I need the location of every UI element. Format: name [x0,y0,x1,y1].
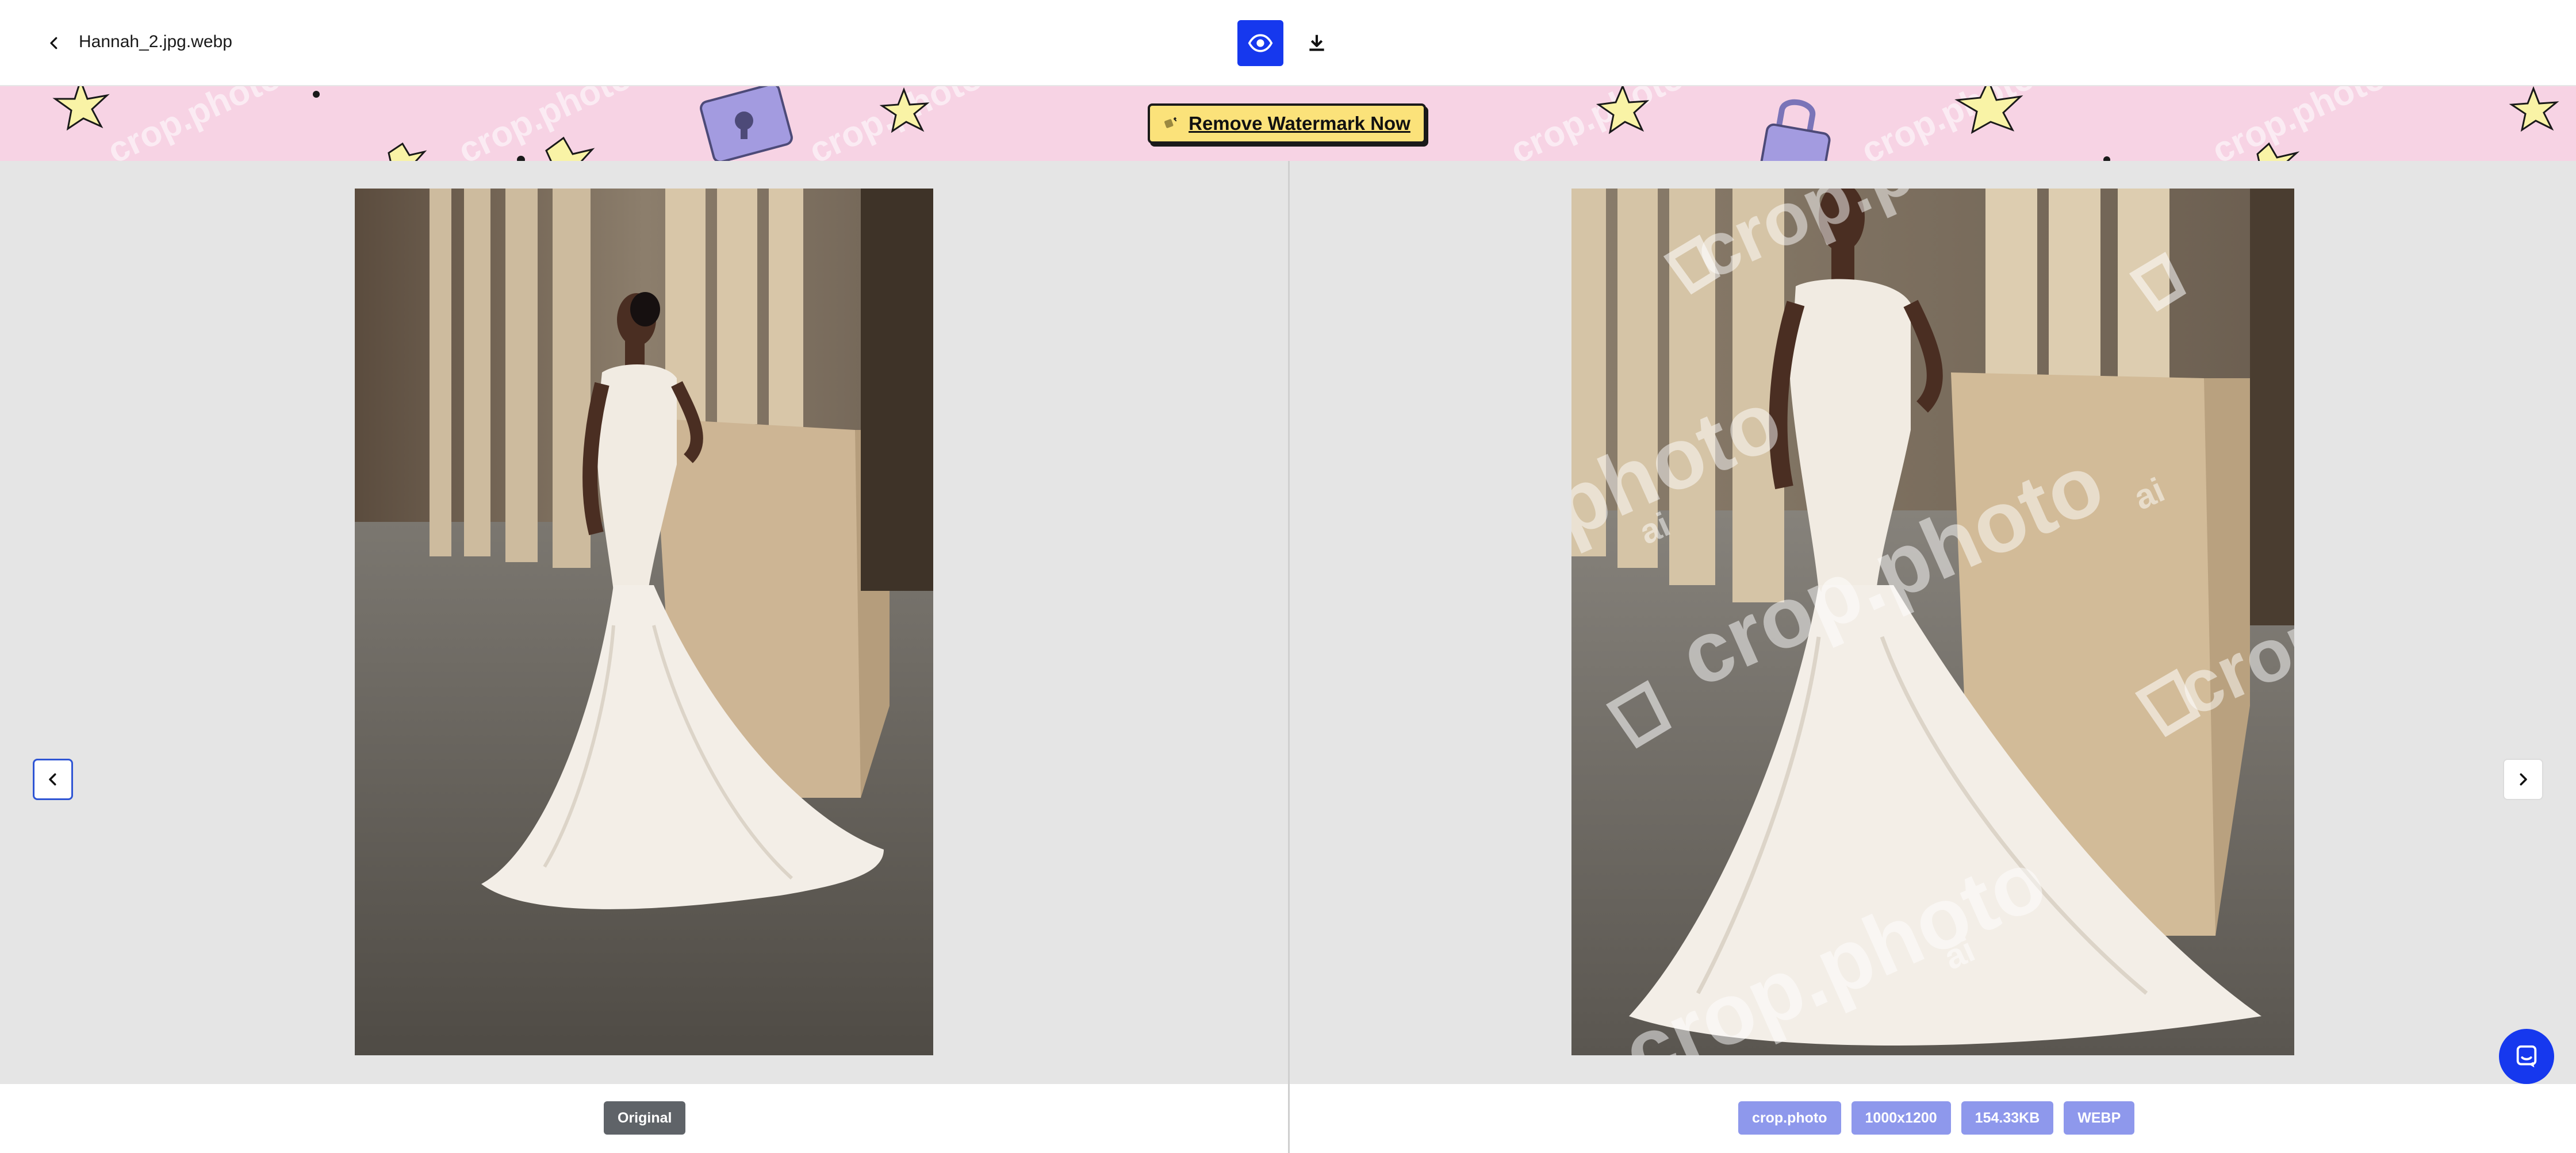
preview-toggle-button[interactable] [1237,20,1283,66]
chat-button[interactable] [2499,1029,2554,1084]
eye-icon [1248,34,1273,52]
chevron-left-icon [50,37,57,49]
processed-image: crop.photo crop.photo crop.photo crop.ph… [1571,189,2294,1055]
banner-watermark-text: crop.photo [102,86,288,161]
file-name: Hannah_2.jpg.webp [79,32,232,51]
previous-image-button[interactable] [33,759,73,800]
processed-footer: crop.photo 1000x1200 154.33KB WEBP [1290,1084,2576,1153]
remove-watermark-button[interactable]: Remove Watermark Now [1148,103,1426,144]
original-image [355,189,933,1055]
original-image-pane: Original [0,161,1288,1153]
source-badge: crop.photo [1738,1101,1841,1135]
remove-watermark-label: Remove Watermark Now [1189,113,1410,134]
download-icon [1309,34,1324,51]
chat-icon [2516,1045,2537,1068]
file-size-badge: 154.33KB [1961,1101,2054,1135]
original-footer: Original [0,1084,1288,1153]
dimensions-badge: 1000x1200 [1851,1101,1951,1135]
padlock-icon [1760,99,1831,161]
magic-eraser-icon [1164,117,1177,128]
star-icon [2509,86,2559,132]
chevron-left-icon [49,773,56,786]
banner-watermark-text: crop.photo [453,86,638,161]
download-button[interactable] [1301,27,1333,59]
original-badge: Original [604,1101,686,1135]
banner-watermark-text: crop.photo [2206,86,2392,161]
next-image-button[interactable] [2503,759,2543,800]
banner-watermark-text: crop.photo [1505,86,1690,161]
processed-image-pane: crop.photo crop.photo crop.photo crop.ph… [1290,161,2576,1153]
watermark-banner: crop.photo crop.photo crop.photo crop.ph… [0,86,2576,161]
format-badge: WEBP [2064,1101,2135,1135]
top-bar: Hannah_2.jpg.webp [0,0,2576,86]
star-icon [545,136,595,161]
chevron-right-icon [2520,773,2527,786]
padlock-icon [700,86,793,161]
star-icon [52,86,110,131]
star-icon [388,142,427,161]
back-button[interactable] [40,29,68,57]
